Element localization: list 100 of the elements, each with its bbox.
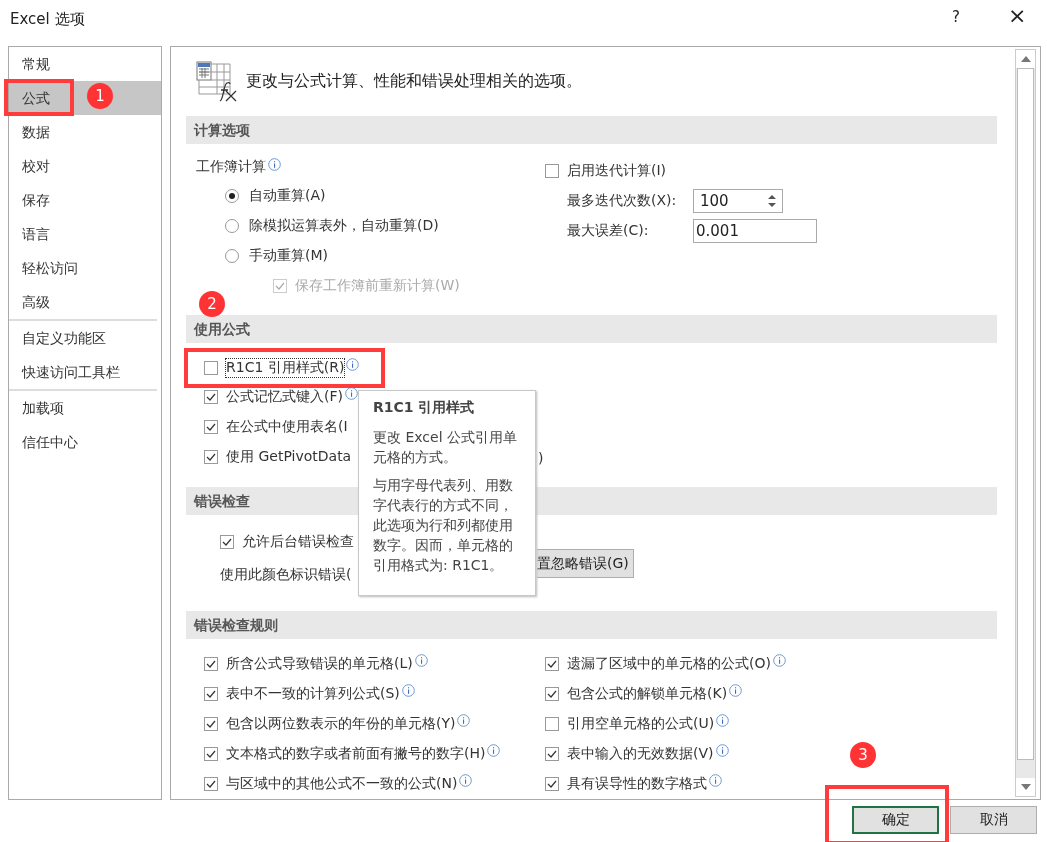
scroll-down-icon[interactable] bbox=[1020, 784, 1031, 790]
dialog-button[interactable]: 取消 bbox=[950, 806, 1037, 834]
highlight-frame bbox=[4, 79, 74, 116]
info-icon[interactable] bbox=[716, 714, 730, 728]
option-label: 使用此颜色标识错误( bbox=[220, 566, 352, 585]
sidebar-item[interactable]: 快速访问工具栏 bbox=[9, 355, 161, 389]
checkmark-icon bbox=[547, 659, 557, 670]
option-label: 表中输入的无效数据(V) bbox=[567, 745, 714, 764]
checkmark-icon bbox=[206, 749, 216, 760]
option-label: 遗漏了区域中的单元格的公式(O) bbox=[567, 655, 771, 674]
checkbox[interactable] bbox=[204, 777, 218, 792]
checkbox[interactable] bbox=[545, 657, 559, 672]
option-label: 在公式中使用表名(I bbox=[226, 417, 348, 436]
info-icon[interactable] bbox=[487, 744, 501, 758]
window-title: Excel 选项 bbox=[10, 9, 85, 29]
checkmark-icon bbox=[206, 779, 216, 790]
sidebar-item[interactable]: 校对 bbox=[9, 149, 161, 183]
checkbox[interactable] bbox=[204, 449, 218, 464]
reset-button[interactable]: 置忽略错误(G) bbox=[537, 549, 634, 578]
sidebar-item[interactable]: 语言 bbox=[9, 217, 161, 251]
checkmark-icon bbox=[206, 392, 216, 403]
info-icon[interactable] bbox=[715, 744, 729, 758]
checkmark-icon bbox=[547, 779, 557, 790]
checkmark-icon bbox=[547, 689, 557, 700]
option-label: 引用空单元格的公式(U) bbox=[567, 715, 715, 734]
field-label: 最大误差(C): bbox=[567, 222, 650, 241]
info-icon[interactable] bbox=[414, 654, 428, 668]
option-label: 与区域中的其他公式不一致的公式(N) bbox=[226, 775, 458, 794]
sidebar-item[interactable]: 自定义功能区 bbox=[9, 321, 161, 355]
info-icon[interactable] bbox=[268, 158, 281, 172]
option-label: 包含公式的解锁单元格(K) bbox=[567, 685, 728, 704]
checkmark-icon bbox=[206, 451, 216, 462]
option-label: 所含公式导致错误的单元格(L) bbox=[226, 655, 413, 674]
info-icon[interactable] bbox=[345, 387, 358, 401]
checkbox[interactable] bbox=[545, 777, 559, 792]
checkmark-icon bbox=[206, 659, 216, 670]
info-icon[interactable] bbox=[459, 774, 473, 788]
checkbox[interactable] bbox=[204, 657, 218, 672]
field-label: 最多迭代次数(X): bbox=[567, 192, 678, 211]
section-header: 计算选项 bbox=[186, 116, 997, 145]
spinner-icon[interactable] bbox=[768, 194, 776, 209]
checkbox[interactable] bbox=[545, 164, 559, 179]
group-label: 工作簿计算 bbox=[196, 158, 266, 177]
option-label: R1C1 引用样式(R) bbox=[226, 358, 345, 377]
option-label: 具有误导性的数字格式 bbox=[567, 775, 707, 794]
option-label: ) bbox=[538, 449, 544, 467]
close-button[interactable]: × bbox=[1008, 3, 1027, 28]
sidebar-item[interactable]: 信任中心 bbox=[9, 425, 161, 459]
scroll-up-icon[interactable] bbox=[1020, 56, 1031, 62]
info-icon[interactable] bbox=[401, 684, 415, 698]
option-label: 手动重算(M) bbox=[249, 247, 328, 266]
sidebar-item[interactable]: 高级 bbox=[9, 285, 161, 319]
option-label: 允许后台错误检查 bbox=[242, 532, 354, 551]
checkbox[interactable] bbox=[204, 360, 218, 375]
checkbox[interactable] bbox=[204, 717, 218, 732]
sidebar-item[interactable]: 轻松访问 bbox=[9, 251, 161, 285]
scrollbar[interactable] bbox=[1015, 49, 1036, 797]
option-label: 自动重算(A) bbox=[249, 187, 326, 206]
option-label: 公式记忆式键入(F) bbox=[226, 388, 343, 407]
checkmark-icon bbox=[206, 421, 216, 432]
checkbox[interactable] bbox=[204, 747, 218, 762]
info-icon[interactable] bbox=[457, 714, 471, 728]
option-label: 使用 GetPivotData bbox=[226, 447, 352, 466]
step-badge-overlay: 3 bbox=[850, 742, 876, 768]
input-field[interactable]: 0.001 bbox=[693, 219, 817, 244]
checkbox[interactable] bbox=[545, 687, 559, 702]
checkmark-icon bbox=[206, 689, 216, 700]
formula-icon bbox=[196, 60, 238, 103]
step-badge-overlay: 2 bbox=[199, 291, 225, 317]
dialog-button[interactable]: 确定 bbox=[852, 806, 939, 834]
checkmark-icon bbox=[222, 536, 232, 547]
info-icon[interactable] bbox=[346, 357, 360, 371]
section-header: 错误检查规则 bbox=[186, 611, 997, 640]
checkbox[interactable] bbox=[204, 390, 218, 405]
checkbox[interactable] bbox=[545, 747, 559, 762]
option-label: 除模拟运算表外，自动重算(D) bbox=[249, 217, 439, 236]
checkbox[interactable] bbox=[220, 534, 234, 549]
checkbox[interactable] bbox=[204, 687, 218, 702]
spin-field[interactable]: 100 bbox=[693, 189, 783, 214]
checkmark-icon bbox=[275, 281, 285, 292]
help-button[interactable]: ? bbox=[952, 8, 960, 26]
tooltip-title: R1C1 引用样式 bbox=[373, 399, 476, 417]
option-label: 启用迭代计算(I) bbox=[567, 162, 667, 181]
checkmark-icon bbox=[206, 719, 216, 730]
option-label: 保存工作簿前重新计算(W) bbox=[295, 277, 460, 296]
info-icon[interactable] bbox=[729, 684, 743, 698]
checkmark-icon bbox=[547, 749, 557, 760]
option-label: 表中不一致的计算列公式(S) bbox=[226, 685, 400, 704]
option-label: 包含以两位数表示的年份的单元格(Y) bbox=[226, 715, 456, 734]
sidebar-item[interactable]: 数据 bbox=[9, 115, 161, 149]
tooltip-text: 更改 Excel 公式引用单元格的方式。 bbox=[373, 428, 518, 467]
page-heading: 更改与公式计算、性能和错误处理相关的选项。 bbox=[246, 71, 582, 93]
checkbox[interactable] bbox=[545, 717, 559, 732]
checkbox[interactable] bbox=[204, 419, 218, 434]
sidebar-item[interactable]: 保存 bbox=[9, 183, 161, 217]
section-header: 使用公式 bbox=[186, 314, 997, 343]
sidebar-item[interactable]: 加载项 bbox=[9, 391, 161, 425]
sidebar-item[interactable]: 常规 bbox=[9, 47, 161, 81]
info-icon[interactable] bbox=[709, 774, 722, 788]
info-icon[interactable] bbox=[772, 654, 786, 668]
